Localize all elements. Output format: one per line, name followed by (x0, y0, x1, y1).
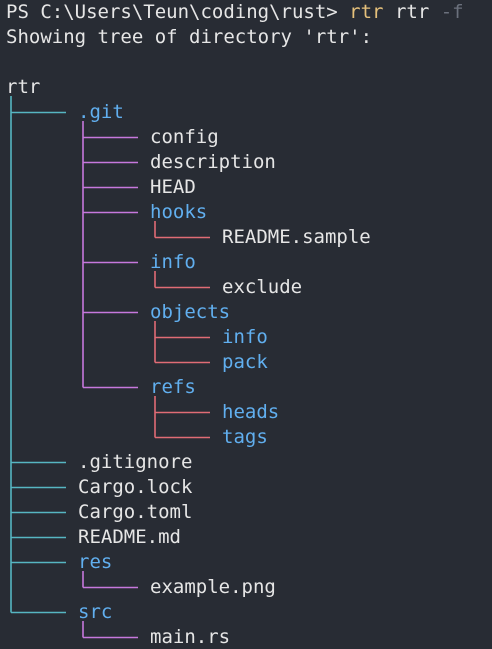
tree-file-entry: config (150, 126, 219, 148)
tree-directory-entry: refs (150, 376, 196, 398)
tree-directory-entry: src (78, 601, 113, 623)
tree-directory-entry: pack (222, 351, 268, 373)
tree-directory-entry: hooks (150, 201, 208, 223)
tree-directory-entry: objects (150, 301, 231, 323)
tree-file-entry: Cargo.toml (78, 501, 193, 523)
tree-file-entry: HEAD (150, 176, 196, 198)
tree-file-entry: exclude (222, 276, 303, 298)
tree-file-entry: README.sample (222, 226, 371, 248)
tree-file-entry: Cargo.lock (78, 476, 193, 498)
tree-directory-entry: .git (78, 101, 124, 123)
tree-directory-entry: info (150, 251, 196, 273)
tree-file-entry: README.md (78, 526, 181, 548)
tree-directory-entry: info (222, 326, 268, 348)
tree-directory-entry: tags (222, 426, 268, 448)
terminal-window[interactable]: PS C:\Users\Teun\coding\rust> rtr rtr -f… (0, 0, 492, 649)
tree-directory-entry: heads (222, 401, 280, 423)
tree-file-entry: example.png (150, 576, 276, 598)
tree-file-entry: main.rs (150, 626, 231, 648)
tree-directory-entry: res (78, 551, 113, 573)
tree-file-entry: .gitignore (78, 451, 193, 473)
tree-file-entry: description (150, 151, 276, 173)
